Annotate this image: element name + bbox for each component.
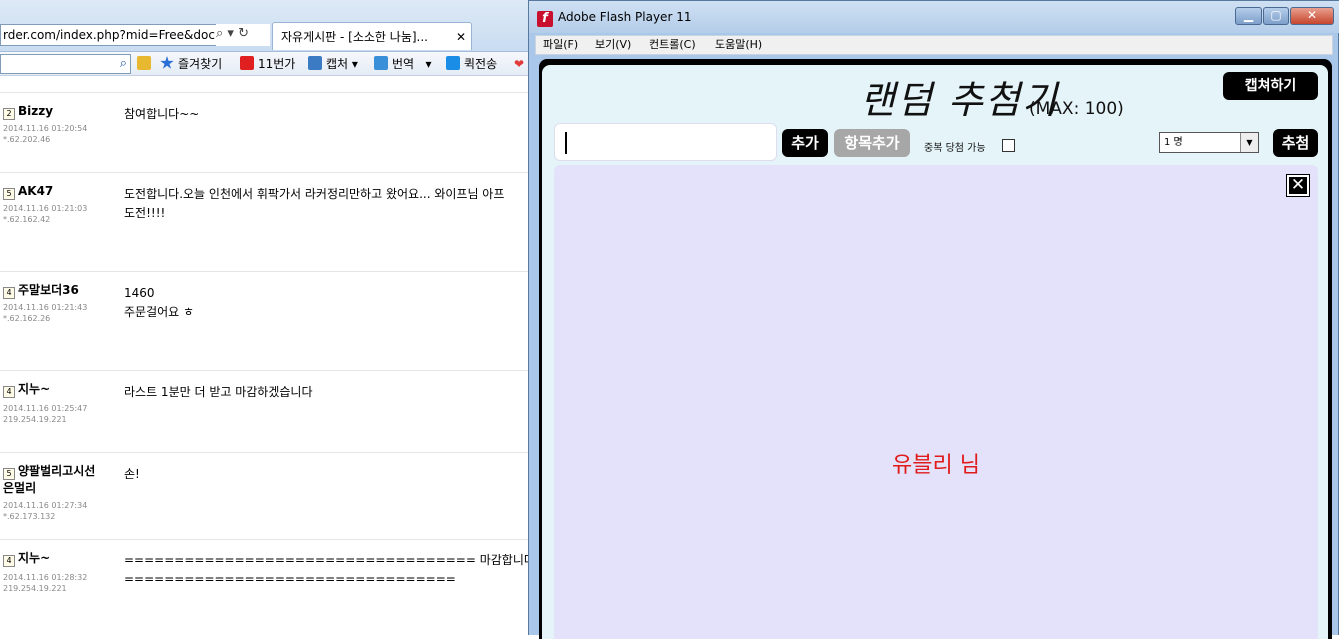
refresh-icon[interactable]: ↻	[238, 26, 249, 41]
comment-author[interactable]: 2 Bizzy	[3, 103, 113, 120]
capture-button[interactable]: 캡쳐하기	[1223, 72, 1318, 100]
11st-icon	[240, 56, 254, 70]
translate-icon	[374, 56, 388, 70]
comment-meta: 2014.11.16 01:27:34 *.62.173.132	[3, 501, 88, 521]
search-icon[interactable]: ⌕	[120, 55, 127, 73]
item-input[interactable]	[554, 123, 777, 161]
heart-icon[interactable]: ❤	[514, 52, 524, 76]
comment-item: 2 Bizzy 2014.11.16 01:20:54 *.62.202.46 참여…	[0, 92, 540, 172]
level-icon: 5	[3, 468, 15, 480]
comment-meta: 2014.11.16 01:21:43 *.62.162.26	[3, 303, 88, 323]
chevron-down-icon: ▾	[425, 57, 432, 71]
comment-item: 5 AK47 2014.11.16 01:21:03 *.62.162.42 도전합…	[0, 172, 540, 271]
comment-text: 라스트 1분만 더 받고 마감하겠습니다	[124, 385, 313, 399]
11st-button[interactable]: 11번가	[240, 52, 295, 76]
flash-logo-icon: f	[537, 11, 553, 27]
duplicate-checkbox[interactable]	[1002, 139, 1015, 152]
capture-icon	[308, 56, 322, 70]
comment-author[interactable]: 4 주말보더36	[3, 282, 113, 299]
address-url: rder.com/index.php?mid=Free&docume	[3, 28, 242, 42]
flash-player-window: f Adobe Flash Player 11 ▁ ▢ ✕ 파일(F) 보기(V…	[528, 0, 1339, 639]
menu-view[interactable]: 보기(V)	[595, 38, 631, 52]
winner-text: 유블리 님	[892, 453, 980, 478]
flash-stage: 랜덤 추첨기 (MAX: 100) 캡쳐하기 추가 항목추가 중복 당첨 가능 …	[539, 59, 1332, 639]
random-draw-app: 랜덤 추첨기 (MAX: 100) 캡쳐하기 추가 항목추가 중복 당첨 가능 …	[542, 65, 1328, 639]
draw-button[interactable]: 추첨	[1273, 129, 1318, 157]
browser-tab[interactable]: 자유게시판 - [소소한 나눔]... ✕	[272, 22, 472, 50]
translate-menu-button[interactable]: 번역 ▾	[374, 52, 432, 76]
comment-text: 1460 주문걸어요 ㅎ	[124, 286, 195, 319]
duplicate-label: 중복 당첨 가능	[924, 143, 986, 154]
address-bar-actions: ⌕ ▾ ↻	[216, 24, 270, 46]
comment-item: 4 지누~ 2014.11.16 01:25:47 219.254.19.221 라…	[0, 370, 540, 452]
menu-control[interactable]: 컨트롤(C)	[649, 38, 696, 52]
comment-text: 참여합니다~~	[124, 107, 200, 121]
search-icon[interactable]: ⌕	[216, 26, 223, 41]
key-icon[interactable]	[137, 52, 155, 76]
comment-text: 손!	[124, 467, 140, 481]
comment-author[interactable]: 5 양팔벌리고시선 은멀리	[3, 463, 113, 496]
minimize-button[interactable]: ▁	[1235, 7, 1262, 25]
comment-item: 4 주말보더36 2014.11.16 01:21:43 *.62.162.26 1…	[0, 271, 540, 370]
comment-meta: 2014.11.16 01:21:03 *.62.162.42	[3, 204, 88, 224]
star-icon	[160, 56, 174, 69]
comment-author[interactable]: 4 지누~	[3, 381, 113, 398]
level-icon: 4	[3, 555, 15, 567]
menu-help[interactable]: 도움말(H)	[715, 38, 762, 52]
level-icon: 4	[3, 386, 15, 398]
favorites-button[interactable]: 즐겨찾기	[160, 52, 222, 76]
chevron-down-icon[interactable]: ▼	[1240, 133, 1258, 152]
comment-item: 5 양팔벌리고시선 은멀리 2014.11.16 01:27:34 *.62.173…	[0, 452, 540, 539]
max-note: (MAX: 100)	[1029, 99, 1124, 119]
comment-meta: 2014.11.16 01:28:32 219.254.19.221	[3, 573, 88, 593]
browser-window: rder.com/index.php?mid=Free&docume ⌕ ▾ ↻…	[0, 0, 540, 635]
toolbar-search-input[interactable]: ⌕	[0, 54, 131, 74]
add-items-button[interactable]: 항목추가	[834, 129, 910, 157]
comment-text: =================================== 마감합니…	[124, 553, 534, 586]
dropdown-arrow-icon[interactable]: ▾	[227, 26, 234, 41]
quick-send-icon	[446, 56, 460, 70]
add-button[interactable]: 추가	[782, 129, 828, 157]
close-icon[interactable]: ✕	[1286, 174, 1310, 197]
menu-file[interactable]: 파일(F)	[543, 38, 578, 52]
comment-author[interactable]: 4 지누~	[3, 550, 113, 567]
comment-meta: 2014.11.16 01:25:47 219.254.19.221	[3, 404, 88, 424]
tab-close-icon[interactable]: ✕	[456, 23, 466, 50]
comment-meta: 2014.11.16 01:20:54 *.62.202.46	[3, 124, 88, 144]
chevron-down-icon: ▾	[351, 57, 358, 71]
text-caret	[565, 132, 567, 154]
result-panel: ✕ 유블리 님	[554, 165, 1318, 639]
close-button[interactable]: ✕	[1290, 7, 1334, 25]
menu-bar: 파일(F) 보기(V) 컨트롤(C) 도움말(H)	[535, 35, 1333, 55]
maximize-button[interactable]: ▢	[1263, 7, 1289, 25]
window-title: Adobe Flash Player 11	[558, 10, 692, 24]
comment-text: 도전합니다.오늘 인천에서 휘팍가서 라커정리만하고 왔어요... 와이프님 아…	[124, 187, 505, 220]
level-icon: 2	[3, 108, 15, 120]
quick-send-button[interactable]: 퀵전송	[446, 52, 497, 76]
comment-author[interactable]: 5 AK47	[3, 183, 113, 200]
level-icon: 5	[3, 188, 15, 200]
capture-menu-button[interactable]: 캡처 ▾	[308, 52, 358, 76]
comment-item: 4 지누~ 2014.11.16 01:28:32 219.254.19.221 =…	[0, 539, 540, 635]
level-icon: 4	[3, 287, 15, 299]
flash-title-bar[interactable]: f Adobe Flash Player 11 ▁ ▢ ✕	[529, 1, 1339, 33]
winner-count-select[interactable]: 1 명 ▼	[1159, 132, 1259, 153]
tab-title: 자유게시판 - [소소한 나눔]...	[281, 30, 428, 44]
